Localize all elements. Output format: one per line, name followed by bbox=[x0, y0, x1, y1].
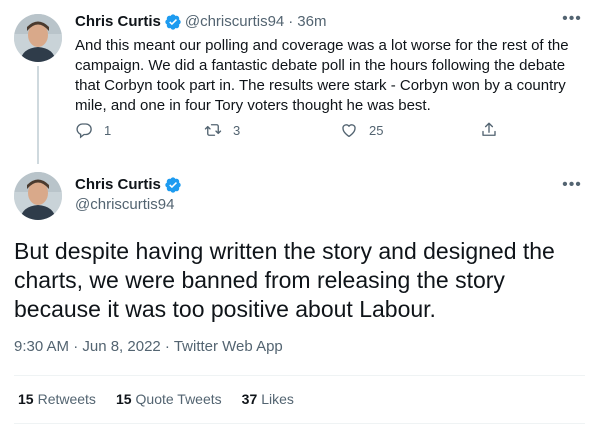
share-icon bbox=[482, 122, 496, 136]
author-name[interactable]: Chris Curtis bbox=[75, 12, 161, 32]
likes-stat[interactable]: 37 Likes bbox=[242, 391, 294, 407]
divider bbox=[14, 375, 585, 376]
tweet-text: And this meant our polling and coverage … bbox=[75, 37, 569, 114]
retweet-count: 3 bbox=[233, 122, 241, 138]
reply-count: 1 bbox=[104, 122, 112, 138]
like-button[interactable]: 25 bbox=[340, 120, 383, 140]
retweets-label: Retweets bbox=[37, 391, 96, 407]
tweet-header: Chris Curtis @chriscurtis94 · 36m bbox=[75, 12, 326, 32]
like-count: 25 bbox=[369, 122, 384, 138]
retweets-count: 15 bbox=[18, 391, 34, 407]
author-handle[interactable]: @chriscurtis94 bbox=[75, 195, 185, 215]
reply-icon bbox=[76, 123, 92, 139]
heart-icon bbox=[342, 124, 356, 138]
tweet-text: But despite having written the story and… bbox=[14, 238, 555, 322]
quotes-label: Quote Tweets bbox=[135, 391, 222, 407]
verified-badge-icon bbox=[165, 14, 181, 30]
avatar-image bbox=[14, 172, 62, 220]
author-handle[interactable]: @chriscurtis94 bbox=[185, 12, 284, 32]
retweet-button[interactable]: 3 bbox=[204, 120, 240, 140]
quote-tweets-stat[interactable]: 15 Quote Tweets bbox=[116, 391, 222, 407]
tweet-header: Chris Curtis @chriscurtis94 bbox=[75, 175, 185, 215]
more-horizontal-icon[interactable]: ••• bbox=[561, 177, 583, 196]
tweet-stats: 15 Retweets 15 Quote Tweets 37 Likes bbox=[18, 391, 314, 407]
tweet-timestamp[interactable]: 36m bbox=[297, 12, 326, 32]
avatar-image bbox=[14, 14, 62, 62]
retweet-icon bbox=[204, 124, 222, 136]
more-horizontal-icon[interactable]: ••• bbox=[561, 11, 583, 30]
share-button[interactable] bbox=[480, 120, 498, 140]
reply-button[interactable]: 1 bbox=[75, 120, 111, 140]
avatar[interactable] bbox=[14, 14, 62, 62]
avatar[interactable] bbox=[14, 172, 62, 220]
verified-badge-icon bbox=[165, 177, 181, 193]
author-name[interactable]: Chris Curtis bbox=[75, 175, 161, 195]
separator-dot: · bbox=[288, 13, 294, 30]
retweets-stat[interactable]: 15 Retweets bbox=[18, 391, 96, 407]
divider bbox=[14, 423, 585, 424]
likes-label: Likes bbox=[261, 391, 294, 407]
thread-connector-line bbox=[37, 66, 39, 164]
quotes-count: 15 bbox=[115, 391, 132, 407]
tweet-meta[interactable]: 9:30 AM · Jun 8, 2022 · Twitter Web App bbox=[14, 338, 283, 355]
likes-count: 37 bbox=[241, 391, 258, 407]
